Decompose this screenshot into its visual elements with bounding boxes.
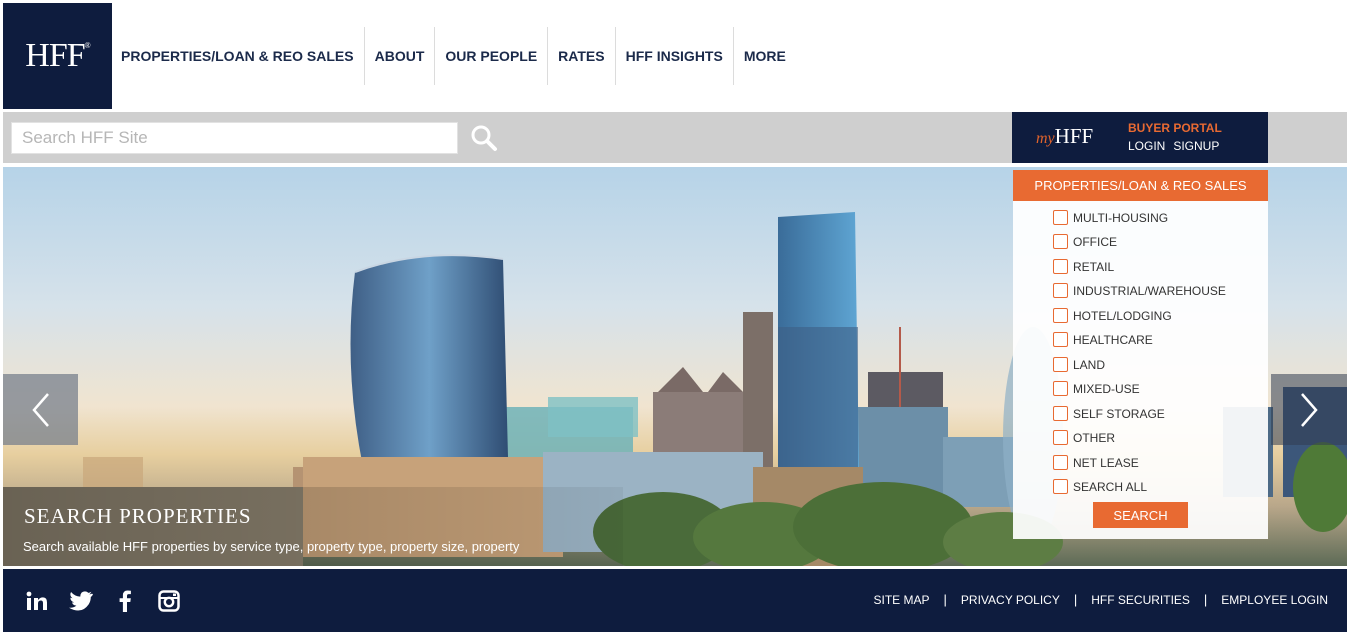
checkbox[interactable] — [1053, 210, 1068, 225]
slider-prev-button[interactable] — [3, 374, 78, 445]
nav-rates[interactable]: RATES — [548, 27, 616, 85]
option-search-all[interactable]: SEARCH ALL — [1053, 479, 1147, 494]
slider-next-button[interactable] — [1271, 374, 1347, 445]
option-industrial-warehouse[interactable]: INDUSTRIAL/WAREHOUSE — [1053, 283, 1226, 298]
option-office[interactable]: OFFICE — [1053, 234, 1117, 249]
buyer-portal-box: myHFF BUYER PORTAL LOGIN SIGNUP — [1012, 112, 1268, 163]
panel-header: PROPERTIES/LOAN & REO SALES — [1013, 170, 1268, 201]
option-land[interactable]: LAND — [1053, 357, 1105, 372]
checkbox[interactable] — [1053, 357, 1068, 372]
checkbox[interactable] — [1053, 259, 1068, 274]
separator: | — [943, 592, 947, 607]
property-search-button[interactable]: SEARCH — [1093, 502, 1188, 528]
chevron-left-icon — [31, 392, 49, 427]
nav-our-people[interactable]: OUR PEOPLE — [435, 27, 549, 85]
hff-logo[interactable]: HFF® — [3, 3, 112, 109]
chevron-right-icon — [1301, 392, 1318, 427]
nav-about[interactable]: ABOUT — [365, 27, 436, 85]
facebook-icon[interactable] — [113, 589, 137, 613]
footer-links: SITE MAP | PRIVACY POLICY | HFF SECURITI… — [874, 592, 1329, 607]
login-link[interactable]: LOGIN — [1128, 139, 1165, 153]
checkbox[interactable] — [1053, 283, 1068, 298]
search-icon[interactable] — [470, 124, 498, 152]
option-healthcare[interactable]: HEALTHCARE — [1053, 332, 1153, 347]
site-footer: SITE MAP | PRIVACY POLICY | HFF SECURITI… — [3, 569, 1347, 632]
buyer-portal-title: BUYER PORTAL — [1128, 121, 1222, 135]
footer-link-employee-login[interactable]: EMPLOYEE LOGIN — [1221, 593, 1328, 607]
footer-link-site-map[interactable]: SITE MAP — [874, 593, 930, 607]
checkbox[interactable] — [1053, 455, 1068, 470]
separator: | — [1203, 592, 1208, 607]
option-self-storage[interactable]: SELF STORAGE — [1053, 406, 1165, 421]
hero-subtitle: Search available HFF properties by servi… — [23, 539, 520, 554]
footer-link-privacy-policy[interactable]: PRIVACY POLICY — [961, 593, 1060, 607]
option-other[interactable]: OTHER — [1053, 430, 1115, 445]
signup-link[interactable]: SIGNUP — [1173, 139, 1219, 153]
nav-properties[interactable]: PROPERTIES/LOAN & REO SALES — [112, 27, 365, 85]
main-nav: PROPERTIES/LOAN & REO SALES ABOUT OUR PE… — [112, 27, 796, 85]
option-hotel-lodging[interactable]: HOTEL/LODGING — [1053, 308, 1172, 323]
option-multi-housing[interactable]: MULTI-HOUSING — [1053, 210, 1168, 225]
myhff-logo: myHFF — [1036, 124, 1094, 148]
checkbox[interactable] — [1053, 430, 1068, 445]
footer-link-hff-securities[interactable]: HFF SECURITIES — [1091, 593, 1190, 607]
linkedin-icon[interactable] — [25, 589, 49, 613]
nav-hff-insights[interactable]: HFF INSIGHTS — [616, 27, 734, 85]
instagram-icon[interactable] — [157, 589, 181, 613]
nav-more[interactable]: MORE — [734, 27, 796, 85]
social-links — [25, 589, 181, 613]
twitter-icon[interactable] — [69, 589, 93, 613]
checkbox[interactable] — [1053, 308, 1068, 323]
separator: | — [1073, 592, 1078, 607]
checkbox[interactable] — [1053, 234, 1068, 249]
property-type-panel: PROPERTIES/LOAN & REO SALES MULTI-HOUSIN… — [1013, 170, 1268, 539]
checkbox[interactable] — [1053, 479, 1068, 494]
logo-text: HFF — [25, 37, 85, 74]
site-search-input[interactable] — [11, 122, 458, 154]
option-mixed-use[interactable]: MIXED-USE — [1053, 381, 1140, 396]
hero-title: SEARCH PROPERTIES — [24, 504, 252, 528]
checkbox[interactable] — [1053, 332, 1068, 347]
checkbox[interactable] — [1053, 381, 1068, 396]
checkbox[interactable] — [1053, 406, 1068, 421]
option-retail[interactable]: RETAIL — [1053, 259, 1114, 274]
registered-mark: ® — [84, 41, 91, 50]
option-net-lease[interactable]: NET LEASE — [1053, 455, 1139, 470]
